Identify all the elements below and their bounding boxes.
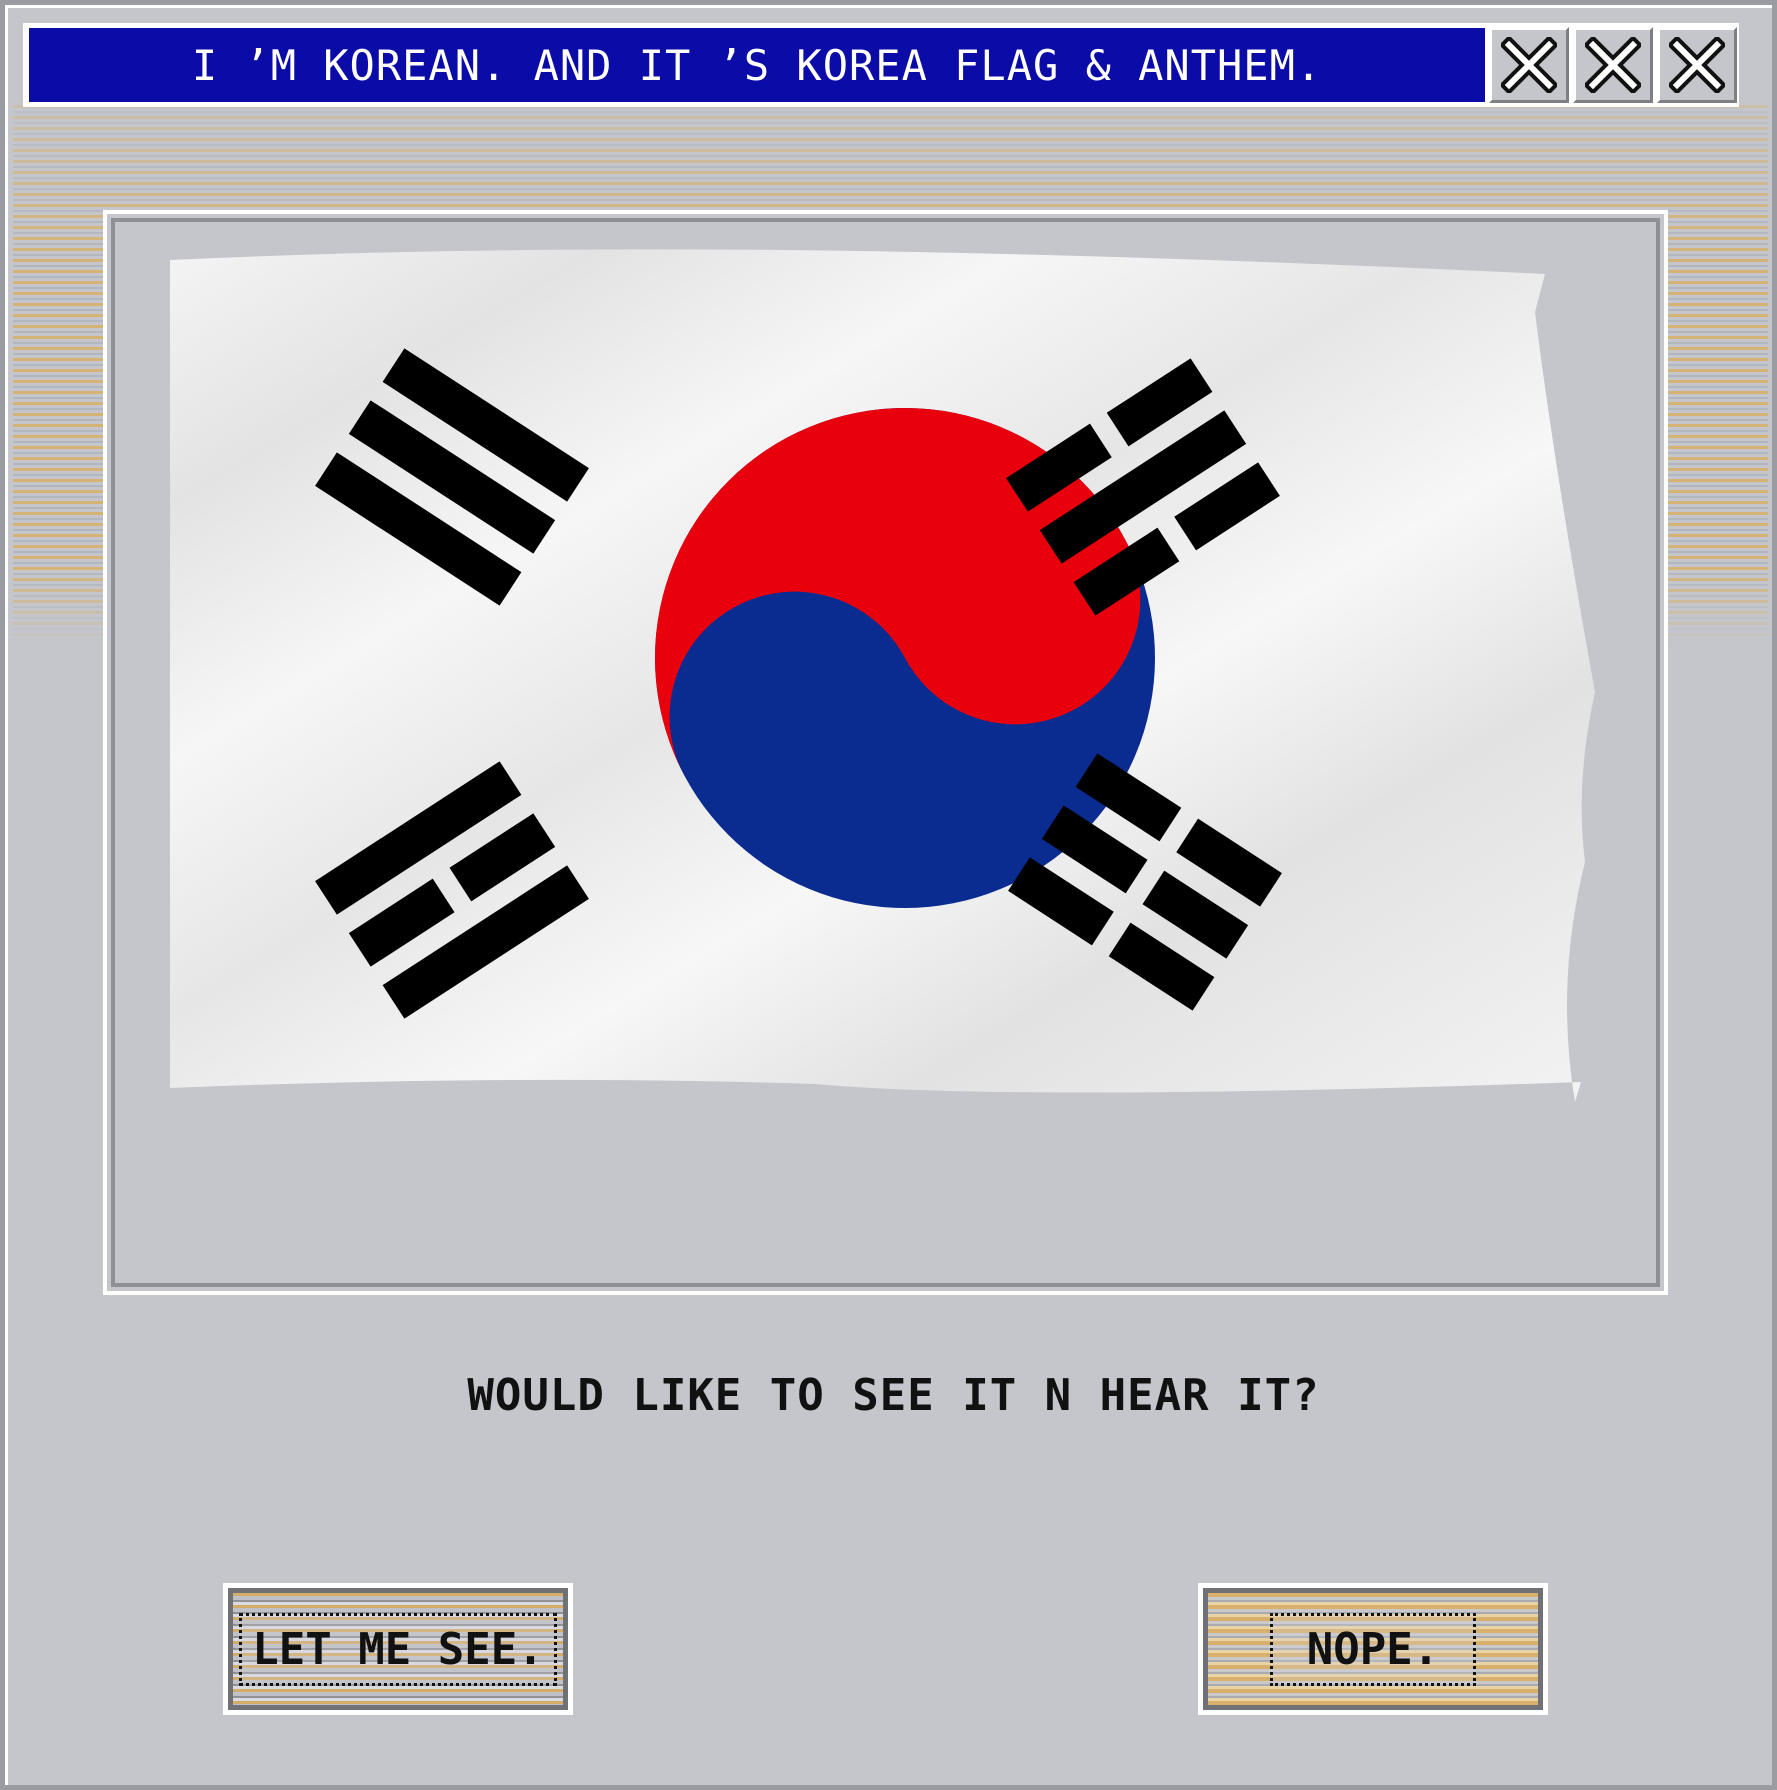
close-button-1[interactable] [1489,27,1569,103]
let-me-see-button-face: LET ME SEE. [228,1588,568,1710]
title-bar-fill: I ’M KOREAN. AND IT ’S KOREA FLAG & ANTH… [29,28,1485,102]
title-bar: I ’M KOREAN. AND IT ’S KOREA FLAG & ANTH… [23,23,1739,107]
window-title: I ’M KOREAN. AND IT ’S KOREA FLAG & ANTH… [191,40,1323,90]
let-me-see-button[interactable]: LET ME SEE. [223,1583,573,1715]
close-icon [1669,37,1725,93]
close-button-3[interactable] [1657,27,1737,103]
close-icon [1501,37,1557,93]
close-button-2[interactable] [1573,27,1653,103]
nope-label: NOPE. [1269,1612,1477,1686]
dialog-question: WOULD LIKE TO SEE IT N HEAR IT? [467,1370,1320,1421]
nope-button[interactable]: NOPE. [1198,1583,1548,1715]
let-me-see-label: LET ME SEE. [239,1612,557,1686]
close-icon [1585,37,1641,93]
image-frame [103,210,1668,1295]
korea-flag-image [170,249,1595,1103]
dialog-window: I ’M KOREAN. AND IT ’S KOREA FLAG & ANTH… [0,0,1777,1790]
image-frame-inner [111,218,1660,1287]
nope-button-face: NOPE. [1203,1588,1543,1710]
